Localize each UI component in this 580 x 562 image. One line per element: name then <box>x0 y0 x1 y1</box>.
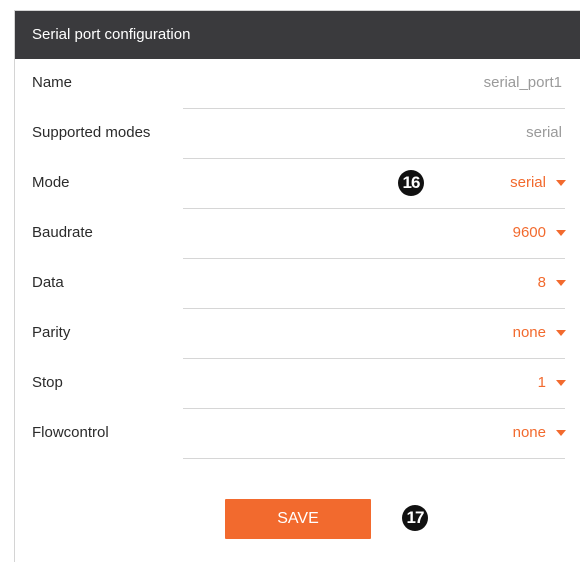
field-row-parity: Parity none <box>15 309 580 359</box>
stop-dropdown[interactable]: 1 <box>534 372 566 393</box>
field-underline <box>183 458 565 459</box>
baudrate-dropdown[interactable]: 9600 <box>509 222 566 243</box>
field-row-flowcontrol: Flowcontrol none <box>15 409 580 459</box>
mode-selected-value: serial <box>510 174 546 191</box>
callout-marker-17: 17 <box>402 505 428 531</box>
name-label: Name <box>32 74 73 91</box>
baudrate-label: Baudrate <box>32 224 93 241</box>
field-row-mode: Mode serial <box>15 159 580 209</box>
field-row-baudrate: Baudrate 9600 <box>15 209 580 259</box>
panel-title: Serial port configuration <box>15 11 580 59</box>
mode-label: Mode <box>32 174 70 191</box>
stop-label: Stop <box>32 374 63 391</box>
caret-down-icon <box>556 230 566 236</box>
flowcontrol-selected-value: none <box>512 424 546 441</box>
name-value: serial_port1 <box>483 74 562 91</box>
parity-dropdown[interactable]: none <box>509 322 566 343</box>
caret-down-icon <box>556 180 566 186</box>
parity-label: Parity <box>32 324 71 341</box>
save-button[interactable]: SAVE <box>225 499 371 539</box>
baudrate-selected-value: 9600 <box>512 224 546 241</box>
field-row-supported-modes: Supported modes serial <box>15 109 580 159</box>
caret-down-icon <box>556 330 566 336</box>
flowcontrol-dropdown[interactable]: none <box>509 422 566 443</box>
parity-selected-value: none <box>512 324 546 341</box>
flowcontrol-label: Flowcontrol <box>32 424 109 441</box>
supported-modes-label: Supported modes <box>32 124 151 141</box>
caret-down-icon <box>556 430 566 436</box>
field-row-data: Data 8 <box>15 259 580 309</box>
data-selected-value: 8 <box>537 274 546 291</box>
data-label: Data <box>32 274 64 291</box>
caret-down-icon <box>556 380 566 386</box>
field-row-stop: Stop 1 <box>15 359 580 409</box>
supported-modes-value: serial <box>526 124 562 141</box>
data-dropdown[interactable]: 8 <box>534 272 566 293</box>
stop-selected-value: 1 <box>537 374 546 391</box>
callout-marker-16: 16 <box>398 170 424 196</box>
field-row-name: Name serial_port1 <box>15 59 580 109</box>
caret-down-icon <box>556 280 566 286</box>
mode-dropdown[interactable]: serial <box>506 172 566 193</box>
serial-port-config-panel: Serial port configuration Name serial_po… <box>14 10 580 562</box>
